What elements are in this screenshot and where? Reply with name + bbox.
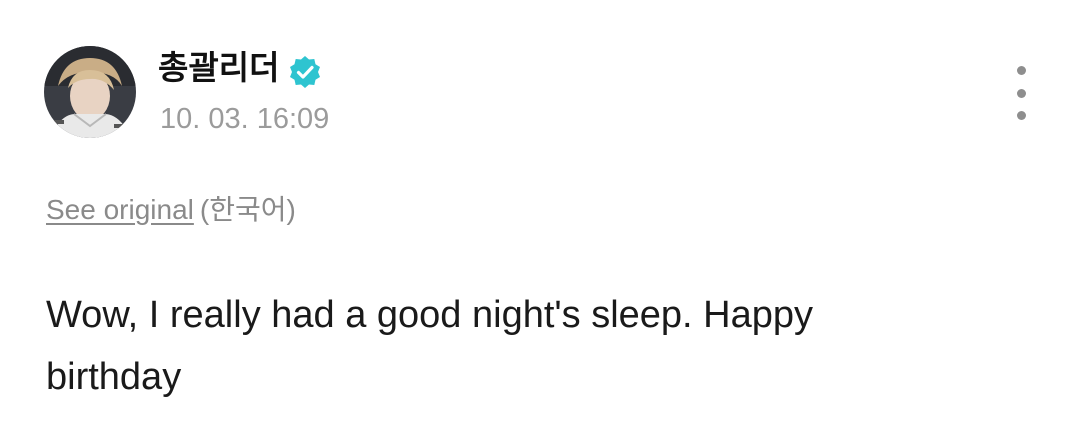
see-original-link[interactable]: See original (46, 194, 194, 225)
verified-badge-icon (290, 56, 320, 88)
translation-row: See original (한국어) (46, 190, 296, 230)
more-options-button[interactable] (1004, 66, 1038, 120)
author-avatar[interactable] (44, 46, 136, 138)
post-card: 총괄리더 10. 03. 16:09 See original (한국어) Wow… (0, 0, 1080, 439)
more-vertical-icon-dot (1016, 111, 1026, 120)
author-name[interactable]: 총괄리더 (158, 46, 279, 90)
more-vertical-icon-dot (1016, 88, 1026, 98)
post-text: Wow, I really had a good night's sleep. … (46, 294, 814, 398)
more-vertical-icon-dot (1016, 66, 1026, 75)
original-language-label: (한국어) (199, 194, 296, 225)
post-timestamp: 10. 03. 16:09 (160, 103, 330, 135)
avatar-image (44, 46, 136, 138)
